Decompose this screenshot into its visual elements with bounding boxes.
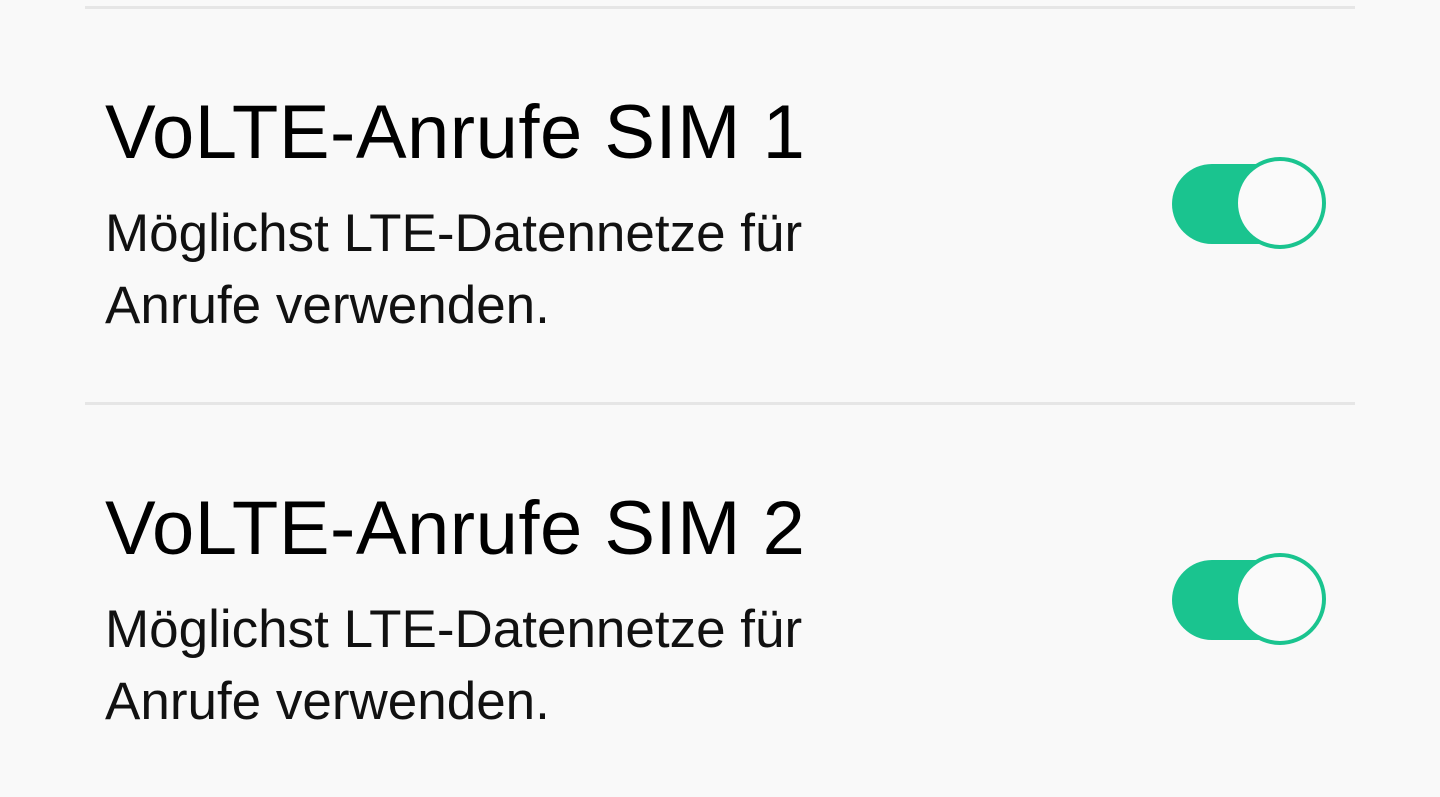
setting-title-sim2: VoLTE-Anrufe SIM 2 <box>105 486 806 571</box>
setting-description-sim2: Möglichst LTE-Datennetze für Anrufe verw… <box>105 600 803 731</box>
toggle-knob <box>1234 553 1326 645</box>
volte-sim1-toggle[interactable] <box>1172 157 1326 250</box>
volte-sim2-toggle[interactable] <box>1172 553 1326 646</box>
setting-volte-sim2[interactable]: VoLTE-Anrufe SIM 2 Möglichst LTE-Datenne… <box>0 406 1440 796</box>
setting-title-sim1: VoLTE-Anrufe SIM 1 <box>105 90 806 175</box>
toggle-knob <box>1234 157 1326 249</box>
setting-description-sim1: Möglichst LTE-Datennetze für Anrufe verw… <box>105 204 803 335</box>
divider-middle <box>85 402 1355 405</box>
divider-top <box>85 6 1355 9</box>
setting-volte-sim1[interactable]: VoLTE-Anrufe SIM 1 Möglichst LTE-Datenne… <box>0 10 1440 400</box>
